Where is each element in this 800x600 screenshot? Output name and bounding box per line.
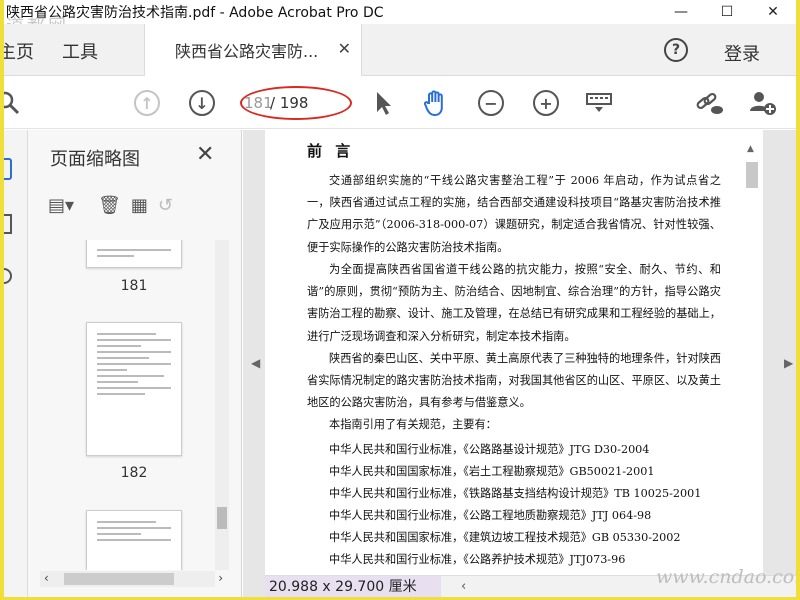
tab-bar: 主页 工具 陕西省公路灾害防... ✕ ? 登录 (4, 24, 796, 76)
watermark-bottom: www.cndao.com (656, 566, 796, 588)
hscroll-thumb[interactable] (64, 573, 174, 585)
paragraph: 为全面提高陕西省国省道干线公路的抗灾能力，按照“安全、耐久、节约、和谐”的原则，… (307, 263, 721, 343)
search-icon[interactable] (4, 88, 24, 118)
tab-document-label: 陕西省公路灾害防... (175, 42, 319, 61)
page-up-icon[interactable]: ↑ (132, 88, 162, 118)
tab-document[interactable]: 陕西省公路灾害防... ✕ (144, 24, 362, 76)
standard-line: 中华人民共和国国家标准，《岩土工程勘察规范》GB50021-2001 (329, 465, 655, 478)
scroll-up-icon[interactable]: ▲ (747, 144, 754, 154)
thumbnail-scroll-thumb[interactable] (217, 507, 227, 529)
close-panel-icon[interactable]: ✕ (196, 142, 214, 167)
add-user-icon[interactable] (748, 88, 778, 118)
collapse-right-icon[interactable]: ▶ (784, 356, 793, 370)
standard-line: 中华人民共和国行业标准，《公路养护技术规范》JTJ073-96 (329, 553, 626, 566)
thumbnail-panel: 页面缩略图 ✕ ▤▾ 🗑 ▦ ↺ 181 182 ‹ › (28, 130, 242, 597)
scroll-left-icon[interactable]: ‹ (461, 579, 466, 594)
standard-line: 中华人民共和国行业标准，《铁路路基支挡结构设计规范》TB 10025-2001 (329, 487, 702, 500)
pdf-page: 前 言 交通部组织实施的“干线公路灾害整治工程”于 2006 年启动，作为试点省… (265, 130, 763, 575)
page-scrollbar[interactable]: ▲ (745, 136, 759, 566)
select-cursor-icon[interactable] (368, 88, 398, 118)
tab-tools[interactable]: 工具 (62, 38, 98, 64)
page-heading: 前 言 (307, 142, 355, 160)
help-icon[interactable]: ? (664, 38, 688, 62)
hand-tool-icon[interactable] (421, 88, 451, 118)
tab-home[interactable]: 主页 (4, 38, 34, 64)
collapse-left-icon[interactable]: ◀ (251, 356, 260, 370)
page-size-label: 20.988 x 29.700 厘米 (265, 576, 441, 597)
standard-line: 中华人民共和国国家标准，《建筑边坡工程技术规范》GB 05330-2002 (329, 531, 681, 544)
keyboard-icon[interactable] (584, 88, 614, 118)
thumbnail-tools: ▤▾ 🗑 ▦ ↺ (48, 190, 173, 220)
paragraph: 陕西省的秦巴山区、关中平原、黄土高原代表了三种独特的地理条件，针对陕西省实际情况… (307, 352, 721, 410)
thumbnail-list: 181 182 (28, 240, 228, 570)
thumbnail-number: 182 (120, 465, 148, 481)
navigation-rail (4, 130, 28, 597)
page-down-icon[interactable]: ↓ (187, 88, 217, 118)
maximize-button[interactable]: ☐ (704, 0, 750, 24)
close-window-button[interactable]: ✕ (750, 0, 796, 24)
zoom-in-icon[interactable]: + (531, 88, 561, 118)
thumbnail-panel-title: 页面缩略图 (50, 149, 140, 170)
thumbnail-page[interactable] (86, 322, 182, 456)
standard-line: 中华人民共和国行业标准，《公路工程地质勘察规范》JTJ 064-98 (329, 509, 652, 522)
scroll-right-icon[interactable]: › (218, 571, 223, 585)
window-controls: — ☐ ✕ (658, 0, 796, 24)
bookmarks-icon[interactable] (4, 214, 12, 234)
acrobat-window: 陕西省公路灾害防治技术指南.pdf - Adobe Acrobat Pro DC… (4, 0, 796, 597)
minimize-button[interactable]: — (658, 0, 704, 24)
thumbnail-hscrollbar[interactable]: ‹ › (40, 571, 223, 587)
toolbar: ↑ ↓ 181 / 198 − + (4, 77, 796, 129)
login-button[interactable]: 登录 (724, 40, 760, 66)
page-scroll-thumb[interactable] (746, 162, 758, 188)
insert-page-icon[interactable]: ▦ (131, 195, 148, 216)
paragraph: 本指南引用了有关规范，主要有： (329, 418, 497, 431)
standard-line: 中华人民共和国行业标准，《公路路基设计规范》JTG D30-2004 (329, 443, 650, 456)
thumbnail-page[interactable] (86, 510, 182, 570)
rotate-page-icon[interactable]: ↺ (158, 195, 173, 216)
share-link-icon[interactable] (694, 88, 724, 118)
zoom-out-icon[interactable]: − (476, 88, 506, 118)
thumbnail-number: 181 (120, 278, 148, 294)
page-thumbnails-icon[interactable] (4, 158, 12, 180)
thumbnail-page[interactable] (86, 240, 182, 268)
document-view[interactable]: ◀ 前 言 交通部组织实施的“干线公路灾害整治工程”于 2006 年启动，作为试… (243, 130, 796, 597)
paragraph: 交通部组织实施的“干线公路灾害整治工程”于 2006 年启动，作为试点省之一，陕… (307, 174, 721, 254)
options-menu-icon[interactable]: ▤▾ (48, 195, 74, 216)
thumbnail-scrollbar[interactable] (215, 240, 229, 570)
attachments-icon[interactable] (4, 268, 12, 284)
red-highlight-ellipse (240, 86, 352, 120)
delete-page-icon[interactable]: 🗑 (98, 195, 121, 216)
scroll-left-icon[interactable]: ‹ (44, 571, 49, 585)
close-tab-icon[interactable]: ✕ (338, 39, 351, 58)
title-bar: 陕西省公路灾害防治技术指南.pdf - Adobe Acrobat Pro DC… (4, 0, 796, 24)
